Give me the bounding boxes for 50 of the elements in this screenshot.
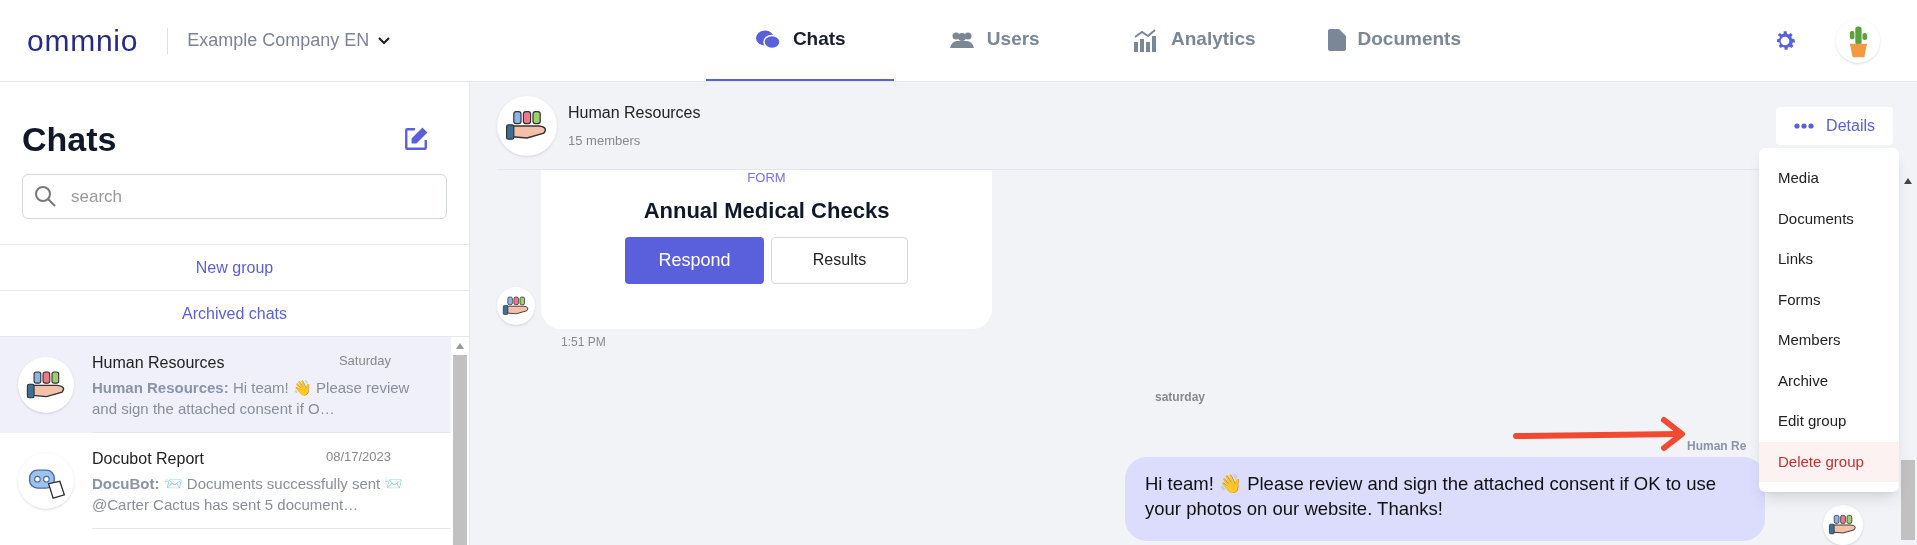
company-selector[interactable]: Example Company EN <box>187 27 392 54</box>
chevron-down-icon <box>377 35 392 46</box>
more-icon <box>1794 122 1815 129</box>
chat-date: 08/17/2023 <box>325 447 391 466</box>
message-bubble: Hi team! 👋 Please review and sign the attached consent if OK to use your photos on our website. Thanks! <box>1125 457 1765 541</box>
scroll-up-icon[interactable] <box>1904 178 1912 184</box>
search-icon <box>34 185 56 207</box>
form-title: Annual Medical Checks <box>643 196 890 225</box>
form-label: FORM <box>747 169 786 187</box>
document-icon <box>1327 28 1346 51</box>
menu-item[interactable]: Edit group <box>1759 401 1899 442</box>
chat-name: Docubot Report <box>92 448 205 469</box>
chat-list-item[interactable]: Human Resources Saturday Human Resources: Hi team! 👋 Please review and sign the attached consent if O… <box>0 337 451 433</box>
nav-tab[interactable]: Users <box>894 0 1095 81</box>
scrollbar-thumb[interactable] <box>453 355 467 545</box>
chat-preview: Human Resources: Hi team! 👋 Please review and sign the attached consent if O… <box>92 377 411 419</box>
details-button[interactable]: Details <box>1776 106 1893 145</box>
menu-item[interactable]: Archive <box>1759 360 1899 401</box>
sidebar-link[interactable]: New group <box>195 255 274 280</box>
chat-date: Saturday <box>338 351 391 370</box>
robot-avatar <box>18 453 74 509</box>
scrollbar-thumb[interactable] <box>1901 460 1915 540</box>
sidebar-link[interactable]: Archived chats <box>182 301 287 326</box>
menu-item[interactable]: Documents <box>1759 198 1899 239</box>
logo[interactable]: ommnio <box>27 18 139 63</box>
nav-tab[interactable]: Documents <box>1294 0 1495 81</box>
menu-item[interactable]: Links <box>1759 239 1899 280</box>
group-avatar <box>497 95 557 156</box>
day-separator: saturday <box>1155 389 1206 406</box>
search-field[interactable]: search <box>22 174 447 219</box>
compose-icon[interactable] <box>403 126 429 152</box>
menu-item[interactable]: Forms <box>1759 279 1899 320</box>
member-count: 15 members <box>568 131 642 150</box>
chat-bubbles-icon <box>754 28 781 51</box>
sender-name: Human Re <box>1687 438 1748 453</box>
group-avatar <box>18 357 74 413</box>
user-avatar[interactable] <box>1836 18 1880 63</box>
nav-tab[interactable]: Analytics <box>1094 0 1295 81</box>
conversation-name: Human Resources <box>568 102 701 123</box>
chat-name: Human Resources <box>92 352 225 373</box>
sender-avatar <box>497 287 535 325</box>
menu-item[interactable]: Media <box>1759 158 1899 199</box>
menu-item[interactable]: Members <box>1759 320 1899 361</box>
respond-button[interactable]: Respond <box>625 236 764 284</box>
chat-preview: DocuBot: 📨 Documents successfully sent 📨 @Carter Cactus has sent 5 document… <box>92 473 405 515</box>
sidebar-title: Chats <box>22 118 117 160</box>
menu-item[interactable]: Delete group <box>1759 441 1899 482</box>
message-time: 1:51 PM <box>561 334 606 351</box>
sender-avatar <box>1823 505 1863 545</box>
results-button[interactable]: Results <box>771 236 908 284</box>
